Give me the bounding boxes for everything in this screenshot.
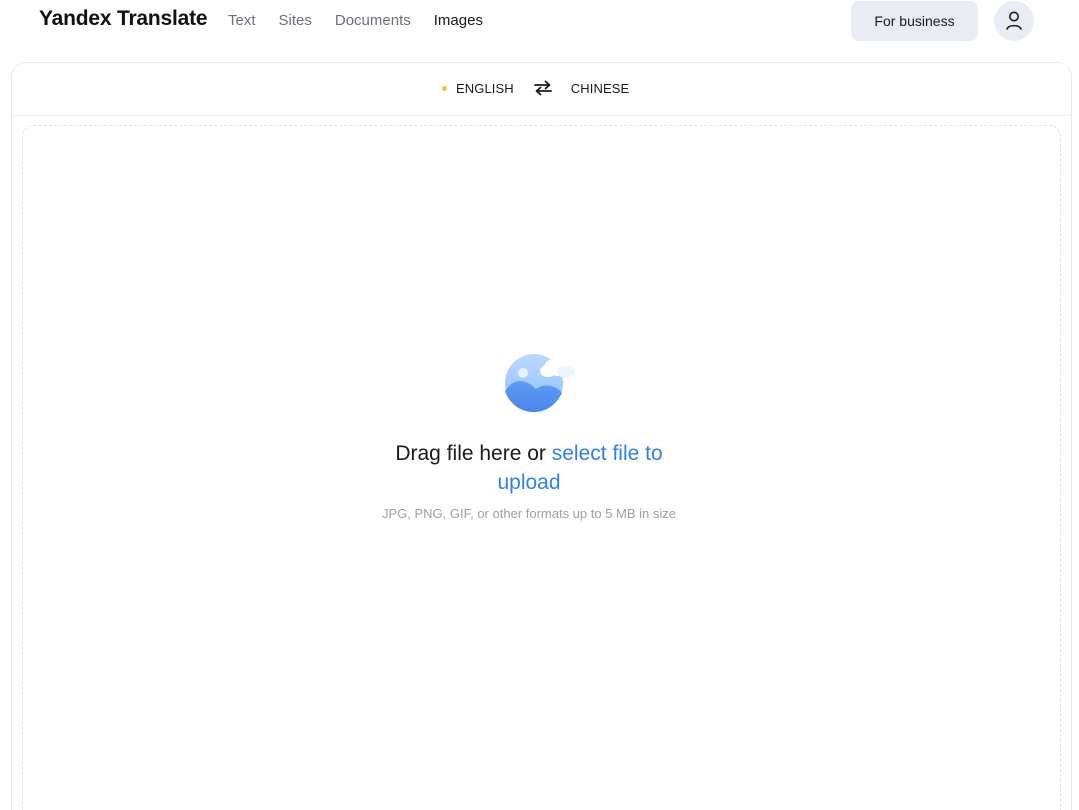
for-business-button[interactable]: For business xyxy=(851,1,978,41)
target-language[interactable]: CHINESE xyxy=(571,81,630,96)
swap-arrows-icon xyxy=(533,80,552,96)
source-language[interactable]: ENGLISH xyxy=(456,81,514,96)
nav-item-images[interactable]: Images xyxy=(434,12,483,29)
page: Yandex Translate Text Sites Documents Im… xyxy=(0,0,1079,810)
nav-item-text[interactable]: Text xyxy=(228,12,256,29)
upload-prompt-text: Drag file here or xyxy=(395,442,552,465)
user-icon xyxy=(1006,11,1022,30)
main-nav: Text Sites Documents Images xyxy=(228,12,506,29)
upload-format-hint: JPG, PNG, GIF, or other formats up to 5 … xyxy=(381,506,677,521)
nav-item-sites[interactable]: Sites xyxy=(279,12,312,29)
swap-languages-button[interactable] xyxy=(532,78,554,98)
image-upload-icon xyxy=(505,354,575,412)
logo[interactable]: Yandex Translate xyxy=(39,7,208,31)
user-profile-button[interactable] xyxy=(994,1,1034,41)
translator-card: ENGLISH CHINESE xyxy=(11,62,1072,810)
language-bar: ENGLISH CHINESE xyxy=(12,63,1071,116)
header: Yandex Translate Text Sites Documents Im… xyxy=(0,0,1079,44)
source-language-indicator xyxy=(442,85,447,91)
language-selector: ENGLISH CHINESE xyxy=(442,78,629,98)
upload-prompt: Drag file here or select file to upload xyxy=(369,439,689,497)
nav-item-documents[interactable]: Documents xyxy=(335,12,411,29)
